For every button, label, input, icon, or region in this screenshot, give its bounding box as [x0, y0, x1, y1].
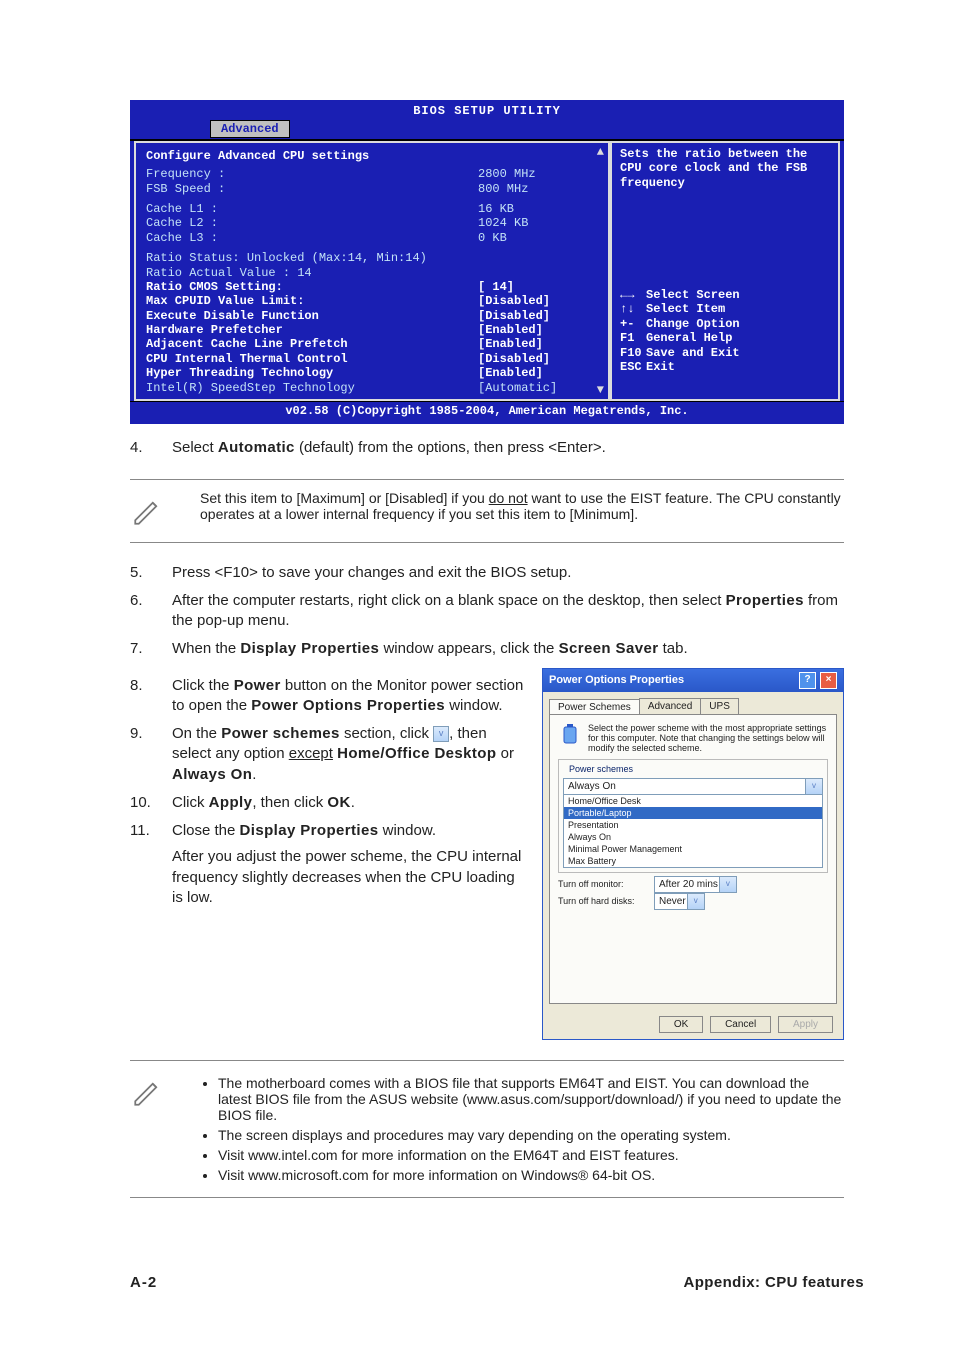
setting-adjacent-cache[interactable]: Adjacent Cache Line Prefetch[Enabled]	[146, 337, 598, 351]
ok-button[interactable]: OK	[659, 1016, 703, 1033]
pencil-icon	[130, 494, 165, 529]
arrows-lr-icon: ←→	[620, 288, 646, 302]
note-bullet: The screen displays and procedures may v…	[218, 1127, 844, 1143]
note-bullet: The motherboard comes with a BIOS file t…	[218, 1075, 844, 1123]
page-number: A-2	[130, 1274, 157, 1291]
bios-help-text: Sets the ratio between the CPU core cloc…	[620, 147, 830, 190]
setting-thermal-control[interactable]: CPU Internal Thermal Control[Disabled]	[146, 352, 598, 366]
setting-max-cpuid[interactable]: Max CPUID Value Limit:[Disabled]	[146, 294, 598, 308]
bios-title: BIOS SETUP UTILITY	[130, 100, 844, 122]
tab-advanced[interactable]: Advanced	[639, 698, 701, 714]
bios-tab-advanced[interactable]: Advanced	[210, 120, 290, 138]
list-item[interactable]: Minimal Power Management	[564, 843, 822, 855]
battery-icon	[558, 723, 582, 747]
note-bullet: Visit www.microsoft.com for more informa…	[218, 1167, 844, 1183]
step-4: 4. Select Automatic (default) from the o…	[130, 438, 844, 458]
ratio-actual: Ratio Actual Value : 14	[146, 266, 598, 280]
dialog-info-text: Select the power scheme with the most ap…	[588, 723, 828, 753]
setting-ratio-cmos[interactable]: Ratio CMOS Setting:[ 14]	[146, 280, 598, 294]
bios-panel-title: Configure Advanced CPU settings	[146, 149, 598, 163]
chevron-down-icon[interactable]: v	[687, 894, 704, 909]
scroll-down-icon[interactable]: ▼	[597, 383, 604, 397]
cancel-button[interactable]: Cancel	[710, 1016, 771, 1033]
power-scheme-list[interactable]: Home/Office Desk Portable/Laptop Present…	[563, 794, 823, 868]
hdd-dropdown[interactable]: Never v	[654, 893, 705, 910]
monitor-label: Turn off monitor:	[558, 879, 648, 889]
list-item[interactable]: Max Battery	[564, 855, 822, 867]
dialog-title: Power Options Properties	[549, 674, 684, 686]
help-icon[interactable]: ?	[799, 672, 816, 689]
bios-panel: BIOS SETUP UTILITY Advanced ▲ Configure …	[130, 100, 844, 424]
note-eist: Set this item to [Maximum] or [Disabled]…	[130, 479, 844, 543]
dialog-titlebar: Power Options Properties ? ×	[543, 669, 843, 692]
step-8: 8. Click the Power button on the Monitor…	[130, 676, 526, 717]
page-footer: A-2 Appendix: CPU features	[130, 1274, 864, 1291]
close-icon[interactable]: ×	[820, 672, 837, 689]
scroll-up-icon[interactable]: ▲	[597, 145, 604, 159]
note-bullet: Visit www.intel.com for more information…	[218, 1147, 844, 1163]
step-6: 6. After the computer restarts, right cl…	[130, 591, 844, 632]
tab-ups[interactable]: UPS	[700, 698, 739, 714]
pencil-icon	[130, 1075, 165, 1110]
dropdown-icon: v	[433, 726, 449, 742]
setting-speedstep[interactable]: Intel(R) SpeedStep Technology[Automatic]	[146, 381, 598, 395]
power-options-dialog: Power Options Properties ? × Power Schem…	[542, 668, 844, 1040]
plus-minus-icon: +-	[620, 317, 646, 331]
step-10: 10. Click Apply, then click OK.	[130, 793, 526, 813]
tab-power-schemes[interactable]: Power Schemes	[549, 699, 640, 715]
list-item[interactable]: Presentation	[564, 819, 822, 831]
list-item[interactable]: Always On	[564, 831, 822, 843]
power-scheme-dropdown[interactable]: Always On v	[563, 778, 823, 795]
list-item[interactable]: Home/Office Desk	[564, 795, 822, 807]
step-5: 5. Press <F10> to save your changes and …	[130, 563, 844, 583]
chevron-down-icon[interactable]: v	[805, 779, 822, 794]
power-schemes-fieldset: Power schemes Always On v Home/Office De…	[558, 759, 828, 873]
bios-tabrow: Advanced	[130, 122, 844, 138]
note-bottom: The motherboard comes with a BIOS file t…	[130, 1060, 844, 1198]
bios-help-panel: Sets the ratio between the CPU core cloc…	[610, 141, 840, 401]
step-7: 7. When the Display Properties window ap…	[130, 639, 844, 659]
step-9: 9. On the Power schemes section, click v…	[130, 724, 526, 785]
bios-left-panel: ▲ Configure Advanced CPU settings Freque…	[134, 141, 610, 401]
list-item[interactable]: Portable/Laptop	[564, 807, 822, 819]
setting-hyperthreading[interactable]: Hyper Threading Technology[Enabled]	[146, 366, 598, 380]
arrows-ud-icon: ↑↓	[620, 302, 646, 316]
appendix-label: Appendix: CPU features	[684, 1274, 865, 1291]
ratio-status: Ratio Status: Unlocked (Max:14, Min:14)	[146, 251, 598, 265]
monitor-dropdown[interactable]: After 20 mins v	[654, 876, 737, 893]
apply-button[interactable]: Apply	[778, 1016, 833, 1033]
chevron-down-icon[interactable]: v	[719, 877, 736, 892]
dialog-tabs: Power SchemesAdvancedUPS	[543, 692, 843, 714]
bios-copyright: v02.58 (C)Copyright 1985-2004, American …	[130, 401, 844, 420]
step-11: 11. Close the Display Properties window.…	[130, 821, 526, 908]
setting-hw-prefetcher[interactable]: Hardware Prefetcher[Enabled]	[146, 323, 598, 337]
hdd-label: Turn off hard disks:	[558, 896, 648, 906]
setting-execute-disable[interactable]: Execute Disable Function[Disabled]	[146, 309, 598, 323]
